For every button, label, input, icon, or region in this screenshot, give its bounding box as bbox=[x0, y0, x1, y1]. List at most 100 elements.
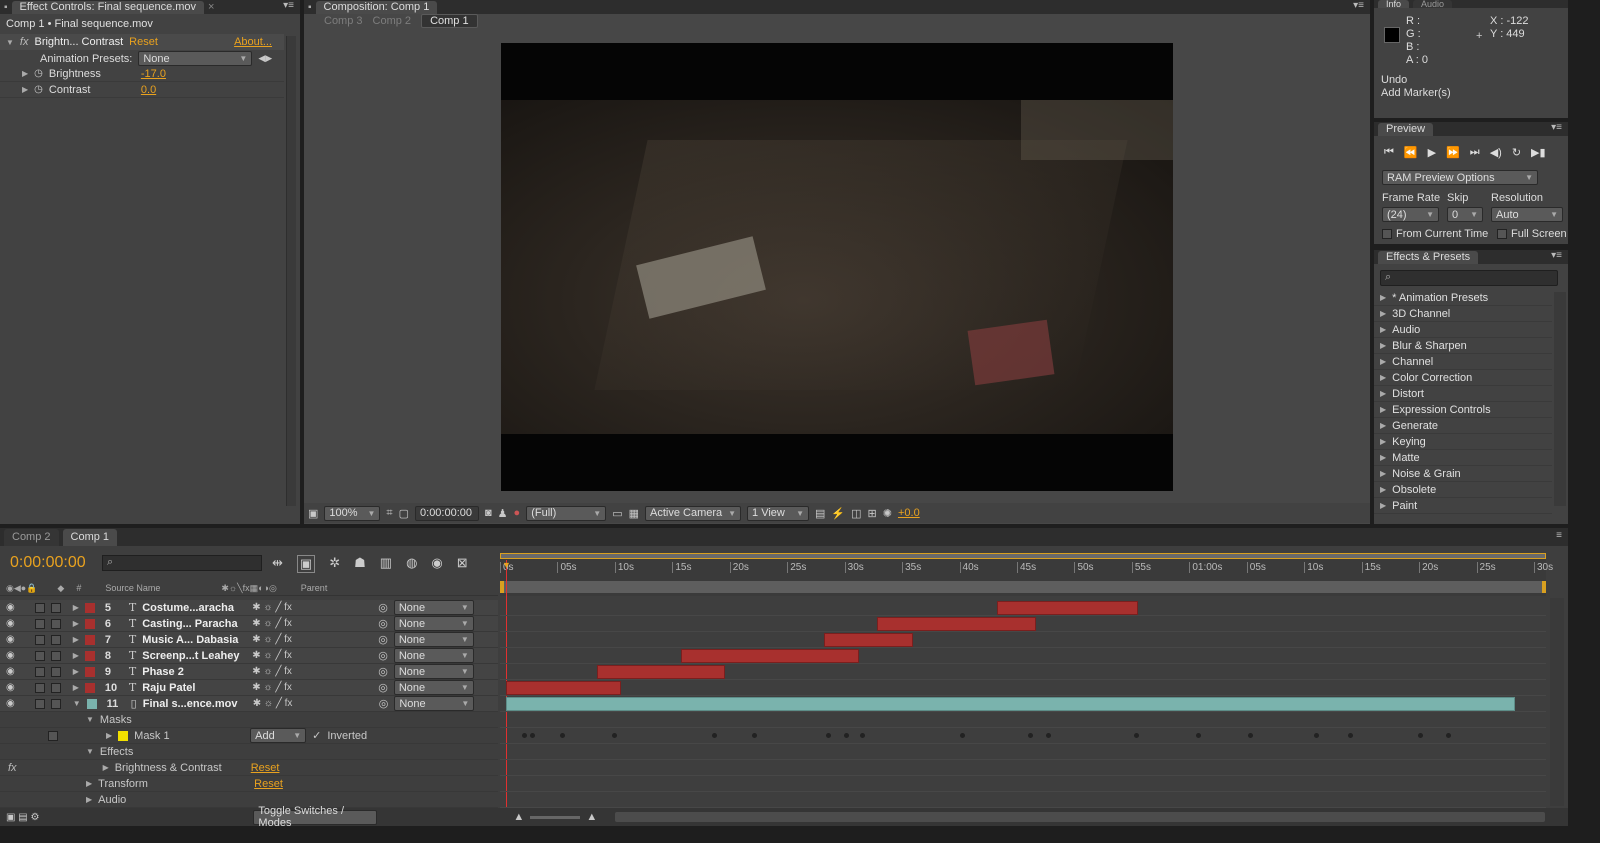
tab-info[interactable]: Info bbox=[1378, 0, 1410, 9]
stopwatch-icon[interactable]: ◷ bbox=[34, 84, 43, 95]
solo-box[interactable] bbox=[34, 618, 45, 629]
layer-row[interactable]: ◉ ▶ 5 T Costume...aracha ✱ ☼ ╱ fx ◎ None ▼ bbox=[0, 600, 498, 616]
expand-triangle-icon[interactable]: ▶ bbox=[1380, 325, 1386, 334]
effect-bc-reset[interactable]: Reset bbox=[251, 762, 280, 774]
parent-dropdown[interactable]: None ▼ bbox=[393, 648, 474, 663]
panel-menu-icon[interactable]: ▾≡ bbox=[283, 0, 294, 11]
effects-category-item[interactable]: ▶ Distort bbox=[1374, 386, 1552, 402]
last-frame-icon[interactable]: ⏭ bbox=[1470, 146, 1480, 159]
layer-name[interactable]: Screenp...t Leahey bbox=[142, 650, 246, 662]
effects-category-item[interactable]: ▶ Audio bbox=[1374, 322, 1552, 338]
layer-row[interactable]: ◉ ▶ 8 T Screenp...t Leahey ✱ ☼ ╱ fx ◎ None ▼ bbox=[0, 648, 498, 664]
expand-triangle-icon[interactable]: ▶ bbox=[1380, 293, 1386, 302]
expand-triangle-icon[interactable]: ▼ bbox=[73, 699, 81, 708]
skip-dropdown[interactable]: 0 ▼ bbox=[1447, 207, 1483, 222]
timeline-vscrollbar[interactable] bbox=[1550, 598, 1564, 806]
tab-comp2[interactable]: Comp 2 bbox=[4, 528, 59, 546]
keyframe-marker[interactable] bbox=[844, 733, 849, 738]
expand-triangle-icon[interactable]: ▶ bbox=[1380, 421, 1386, 430]
toggle-pixel-icon[interactable]: ▤ bbox=[815, 507, 825, 520]
keyframe-marker[interactable] bbox=[1418, 733, 1423, 738]
layer-duration-bar[interactable] bbox=[506, 681, 622, 695]
resolution-dropdown[interactable]: (Full) ▼ bbox=[526, 505, 607, 521]
brainstorm-icon[interactable]: ⊠ bbox=[457, 555, 468, 573]
effects-category-item[interactable]: ▶ 3D Channel bbox=[1374, 306, 1552, 322]
expand-triangle-icon[interactable]: ▶ bbox=[1380, 405, 1386, 414]
roi-icon[interactable]: ▭ bbox=[612, 507, 622, 520]
mask-lock-box[interactable] bbox=[48, 730, 58, 741]
lock-icon[interactable]: ▪ bbox=[308, 2, 312, 13]
ram-preview-icon[interactable]: ▶▮ bbox=[1531, 146, 1546, 159]
keyframe-marker[interactable] bbox=[522, 733, 527, 738]
draft-3d-icon[interactable]: ✲ bbox=[329, 555, 340, 573]
expand-triangle-icon[interactable]: ▶ bbox=[1380, 309, 1386, 318]
tab-composition[interactable]: Composition: Comp 1 bbox=[315, 0, 438, 14]
keyframe-marker[interactable] bbox=[1028, 733, 1033, 738]
layer-row[interactable]: ◉ ▶ 7 T Music A... Dabasia ✱ ☼ ╱ fx ◎ None ▼ bbox=[0, 632, 498, 648]
tab-comp1[interactable]: Comp 1 bbox=[62, 528, 118, 546]
keyframe-marker[interactable] bbox=[530, 733, 535, 738]
layer-name[interactable]: Final s...ence.mov bbox=[143, 698, 247, 710]
effects-scrollbar[interactable] bbox=[1554, 292, 1566, 506]
keyframe-marker[interactable] bbox=[1348, 733, 1353, 738]
layer-row[interactable]: ◉ ▶ 6 T Casting... Paracha ✱ ☼ ╱ fx ◎ None ▼ bbox=[0, 616, 498, 632]
keyframe-marker[interactable] bbox=[960, 733, 965, 738]
snapshot-icon[interactable]: ◙ bbox=[485, 507, 492, 519]
ram-preview-dropdown[interactable]: RAM Preview Options ▼ bbox=[1382, 170, 1538, 185]
comp-timecode[interactable]: 0:00:00:00 bbox=[415, 505, 480, 521]
effects-category-item[interactable]: ▶ Matte bbox=[1374, 450, 1552, 466]
effect-bc-name[interactable]: Brightness & Contrast bbox=[115, 762, 245, 774]
expand-triangle-icon[interactable]: ▶ bbox=[86, 779, 92, 788]
from-current-checkbox[interactable] bbox=[1382, 229, 1392, 239]
expand-triangle-icon[interactable]: ▶ bbox=[73, 683, 79, 692]
label-color-swatch[interactable] bbox=[84, 682, 95, 693]
full-screen-checkbox[interactable] bbox=[1497, 229, 1507, 239]
keyframe-marker[interactable] bbox=[1446, 733, 1451, 738]
crumb-comp2[interactable]: Comp 2 bbox=[373, 15, 412, 27]
eye-icon[interactable]: ◉ bbox=[6, 602, 15, 613]
fx-icon[interactable]: fx bbox=[20, 36, 29, 48]
panel-menu-icon[interactable]: ▾≡ bbox=[1551, 122, 1562, 133]
comp-mini-flowchart-icon[interactable]: ⇹ bbox=[272, 555, 283, 573]
keyframe-marker[interactable] bbox=[1196, 733, 1201, 738]
label-color-swatch[interactable] bbox=[84, 666, 95, 677]
expand-triangle-icon[interactable]: ▶ bbox=[103, 763, 109, 772]
layer-duration-bar[interactable] bbox=[996, 601, 1139, 615]
expand-triangle-icon[interactable]: ▶ bbox=[22, 85, 28, 94]
expand-triangle-icon[interactable]: ▶ bbox=[1380, 485, 1386, 494]
keyframe-marker[interactable] bbox=[1248, 733, 1253, 738]
expand-triangle-icon[interactable]: ▶ bbox=[73, 603, 79, 612]
next-frame-icon[interactable]: ⏩ bbox=[1446, 146, 1460, 159]
timeline-search-input[interactable]: ⌕ bbox=[102, 555, 262, 571]
preset-prev-icon[interactable]: ◀▶ bbox=[258, 53, 272, 64]
channel-icon[interactable]: ● bbox=[514, 507, 521, 519]
label-color-swatch[interactable] bbox=[84, 650, 95, 661]
effects-category-item[interactable]: ▶ Noise & Grain bbox=[1374, 466, 1552, 482]
parent-pickwhip-icon[interactable]: ◎ bbox=[378, 617, 388, 630]
safe-zone-icon[interactable]: ▢ bbox=[399, 507, 409, 520]
effects-category-item[interactable]: ▶ Paint bbox=[1374, 498, 1552, 514]
keyframe-marker[interactable] bbox=[560, 733, 565, 738]
eye-icon[interactable]: ◉ bbox=[6, 698, 15, 709]
expand-triangle-icon[interactable]: ▼ bbox=[86, 747, 94, 756]
layer-switches-icon[interactable]: ✱ ☼ ╱ fx bbox=[252, 682, 372, 693]
keyframe-marker[interactable] bbox=[612, 733, 617, 738]
layer-row[interactable]: ◉ ▶ 9 T Phase 2 ✱ ☼ ╱ fx ◎ None ▼ bbox=[0, 664, 498, 680]
expand-triangle-icon[interactable]: ▶ bbox=[1380, 357, 1386, 366]
expand-triangle-icon[interactable]: ▶ bbox=[73, 619, 79, 628]
label-color-swatch[interactable] bbox=[84, 602, 95, 613]
solo-box[interactable] bbox=[34, 682, 45, 693]
parent-pickwhip-icon[interactable]: ◎ bbox=[378, 649, 388, 662]
expand-triangle-icon[interactable]: ▶ bbox=[73, 635, 79, 644]
toggle-switches-modes-button[interactable]: Toggle Switches / Modes bbox=[253, 805, 378, 826]
layer-name[interactable]: Casting... Paracha bbox=[142, 618, 246, 630]
zoom-out-icon[interactable]: ▲ bbox=[513, 811, 524, 823]
parent-dropdown[interactable]: None ▼ bbox=[394, 696, 475, 711]
layer-switches-icon[interactable]: ✱ ☼ ╱ fx bbox=[253, 698, 373, 709]
layer-row[interactable]: ◉ ▶ 10 T Raju Patel ✱ ☼ ╱ fx ◎ None ▼ bbox=[0, 680, 498, 696]
expand-triangle-icon[interactable]: ▶ bbox=[22, 69, 28, 78]
effects-category-item[interactable]: ▶ Channel bbox=[1374, 354, 1552, 370]
lock-box[interactable] bbox=[50, 618, 61, 629]
layer-name[interactable]: Music A... Dabasia bbox=[142, 634, 246, 646]
frame-blending-icon[interactable]: ▥ bbox=[380, 555, 392, 573]
